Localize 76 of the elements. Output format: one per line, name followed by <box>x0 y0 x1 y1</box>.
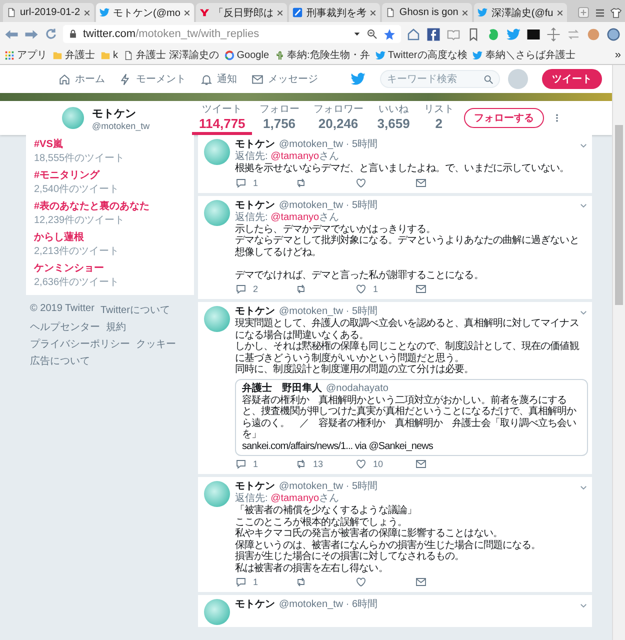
bookmark[interactable]: 奉納:危険生物・弁 <box>274 48 370 62</box>
trend-count: 12,239件のツイート <box>34 214 126 227</box>
footer-link[interactable]: プライバシーポリシー <box>30 337 130 351</box>
nav-link[interactable]: 通知 <box>200 72 237 86</box>
tweet-meta: @motoken_tw · 5時間 <box>279 306 378 318</box>
quote-author-name: 弁護士 野田隼人 <box>242 382 322 394</box>
profile-name: モトケン <box>92 106 137 120</box>
search-field[interactable]: キーワード検索 <box>380 70 500 88</box>
tweet-text: 現実問題として、弁護人の取調べ立会いを認めると、真相解明に対してマイナスになる場合は間違いなくある。 しかし、それは黙秘権の保障も同じことなので、制度設計として、現在の価値観に基づきどういう制度がいいかという問題だと思う。 同時に、制度設計と制度運用の問題の立て分けは必要。 <box>235 318 580 376</box>
tweet-text: 「被害者の補償を少なくするような議論」 ここのところが根本的な誤解でしょう。 私やキクマコ氏の発言が被害者の保障に影響することはない。 保障というのは、被害者になんらかの損害が生じた場合に問題になる。 損害が生じた場合にその損害に対してなされるもの。 私は被害者の損害を左右し得ない。 <box>235 505 542 574</box>
author-name[interactable]: モトケン <box>235 306 275 318</box>
footer-link[interactable]: © 2019 Twitter <box>30 303 94 317</box>
bookmark[interactable]: Twitterの高度な検 <box>374 48 468 62</box>
profile-stat[interactable]: フォロー 1,756 <box>252 101 306 135</box>
reply-to-text: 返信先: @tamanyoさん <box>235 493 340 504</box>
trend-link[interactable]: からし蓮根 <box>34 230 186 244</box>
browser-tab[interactable]: Ghosn is gon <box>382 3 472 22</box>
browser-tab[interactable]: 「反日野郎は <box>196 3 288 22</box>
reply-to-text: 返信先: @tamanyoさん <box>235 151 340 162</box>
tweet-meta: @motoken_tw · 5時間 <box>279 139 378 151</box>
nav-link[interactable]: ホーム <box>58 72 105 86</box>
reply-to-text: 返信先: @tamanyoさん <box>235 212 340 224</box>
trend-link[interactable]: #VS嵐 <box>34 137 186 151</box>
tweet-text: 根拠を示せないならデマだ、と言いましたよね。で、いまだに示していない。 <box>235 163 570 174</box>
quote-link: sankei.com/affairs/news/1... via @Sankei_news <box>242 440 434 452</box>
trend-count: 2,540件のツイート <box>34 183 120 196</box>
bookmark[interactable]: k <box>100 50 118 60</box>
url-text: twitter.com/motoken_tw/with_replies <box>83 28 260 40</box>
quoted-tweet[interactable]: 弁護士 野田隼人 @nodahayato 容疑者の権利か 真相解明かという二項対立がおかしい。前者を蔑ろにすると、捜査機関が押しつけた真実が真相だということになるだけで、真相解明から遠のく。 ／ 容疑者の権利か 真相解明か 弁護士会「取り調べ立ち会いを」 sankei.com/affairs/news/1... via @Sankei_news <box>235 378 588 456</box>
trend-link[interactable]: #モニタリング <box>34 168 186 182</box>
author-name[interactable]: モトケン <box>235 139 275 151</box>
author-name[interactable]: モトケン <box>235 599 275 611</box>
reply-button[interactable]: 1 <box>235 576 295 588</box>
retweet-button[interactable]: 13 <box>295 458 355 470</box>
trend-count: 18,555件のツイート <box>34 152 126 165</box>
footer-link[interactable]: ヘルプセンター <box>30 320 100 334</box>
browser-tab[interactable]: モトケン(@mo <box>96 3 194 22</box>
browser-tab[interactable]: url-2019-01-2 <box>3 3 94 22</box>
trend-count: 2,636件のツイート <box>34 276 120 289</box>
footer-link[interactable]: 広告について <box>30 354 90 368</box>
like-button[interactable]: 10 <box>355 458 415 470</box>
tweet-button[interactable]: ツイート <box>542 69 602 89</box>
profile-handle: @motoken_tw <box>92 120 151 130</box>
trend-link[interactable]: ケンミンショー <box>34 261 186 275</box>
author-name[interactable]: モトケン <box>235 200 275 212</box>
profile-stat[interactable]: リスト 2 <box>416 101 461 135</box>
bookmark[interactable]: Google <box>224 50 270 60</box>
like-button[interactable]: 1 <box>355 283 415 295</box>
nav-link[interactable]: モーメント <box>119 72 186 86</box>
bookmark[interactable]: 弁護士 深澤諭史の <box>123 48 219 62</box>
reply-button[interactable]: 1 <box>235 176 295 188</box>
footer-link[interactable]: クッキー <box>136 337 176 351</box>
bookmark[interactable]: 弁護士 <box>52 48 95 62</box>
reply-button[interactable]: 2 <box>235 283 295 295</box>
bookmark[interactable]: アプリ <box>4 48 47 62</box>
follow-button[interactable]: フォローする <box>464 108 544 128</box>
tweet-meta: @motoken_tw · 5時間 <box>279 481 378 493</box>
bookmark[interactable]: 奉納＼さらば弁護士 <box>472 48 576 62</box>
browser-tab[interactable]: 刑事裁判を考 <box>289 3 380 22</box>
tweet-meta: @motoken_tw · 5時間 <box>279 200 378 212</box>
address-bar[interactable]: twitter.com/motoken_tw/with_replies <box>63 25 401 43</box>
more-bookmarks[interactable]: » <box>614 49 621 61</box>
profile-stat[interactable]: いいね 3,659 <box>370 101 417 135</box>
tweet-text: デマでなければ、デマと言った私が謝罪することになる。 <box>235 270 484 281</box>
quote-author-handle: @nodahayato <box>326 382 388 394</box>
trend-link[interactable]: #表のあなたと裏のあなた <box>34 199 186 213</box>
nav-link[interactable]: メッセージ <box>251 72 318 86</box>
author-name[interactable]: モトケン <box>235 481 275 493</box>
trend-count: 2,213件のツイート <box>34 245 120 258</box>
footer-link[interactable]: 規約 <box>106 320 126 334</box>
footer-link[interactable]: Twitterについて <box>100 303 170 317</box>
profile-stat[interactable]: フォロワー 20,246 <box>306 101 370 135</box>
reply-button[interactable]: 1 <box>235 458 295 470</box>
browser-tab[interactable]: 深澤諭史(@fu <box>474 3 568 22</box>
tweet-text: 示したら、デマかデマでないかはっきりする。 デマならデマとして批判対象になる。デマというよりあなたの曲解に過ぎないと想像してるけどね。 <box>235 224 580 258</box>
tweet-meta: @motoken_tw · 6時間 <box>279 599 378 611</box>
